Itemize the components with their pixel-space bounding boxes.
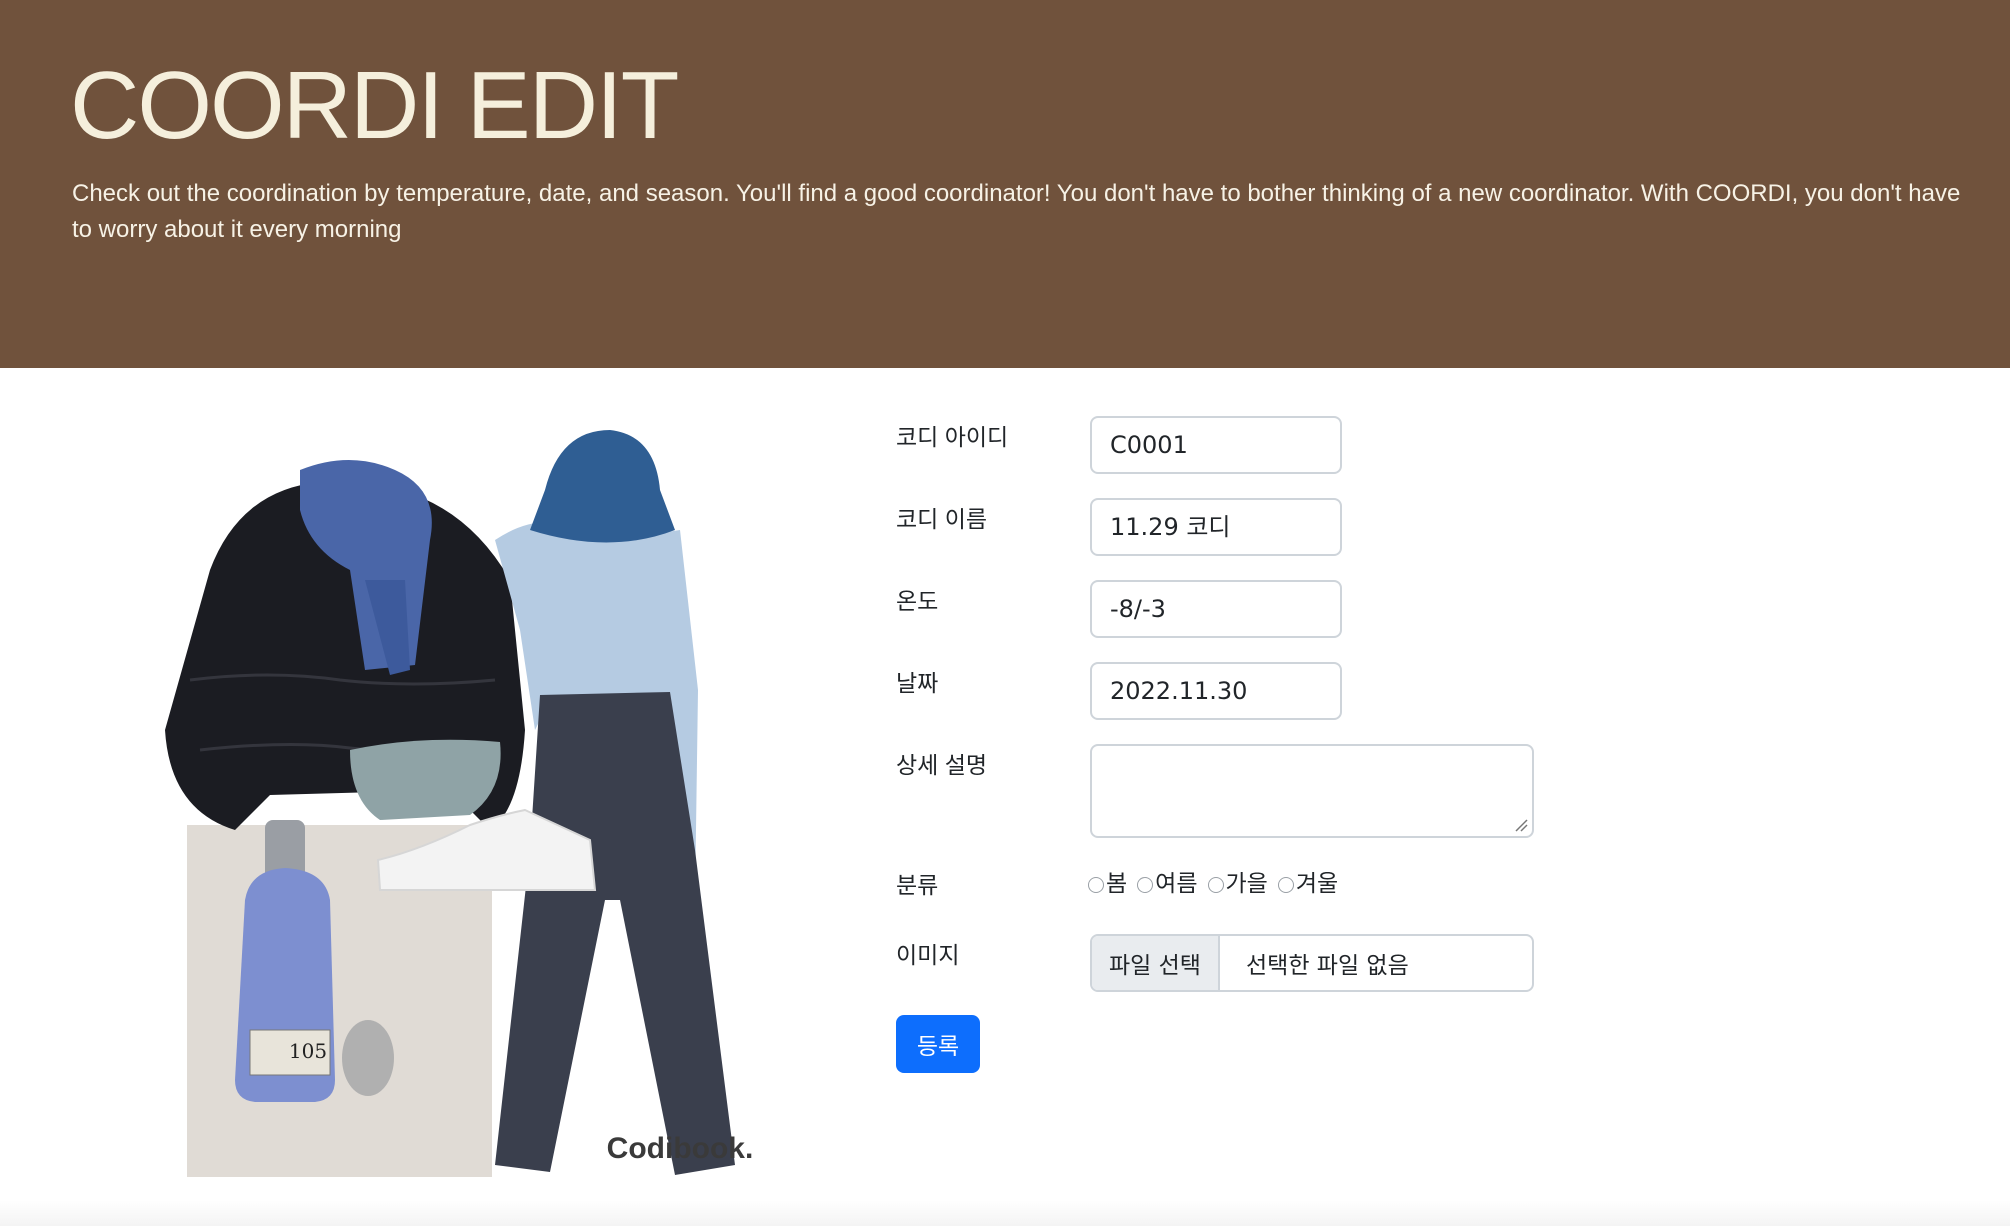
date-input[interactable]: 2022.11.30: [1090, 662, 1342, 720]
choose-file-button[interactable]: 파일 선택: [1092, 936, 1220, 990]
season-radio-autumn[interactable]: 가을: [1207, 864, 1268, 898]
temperature-label: 온도: [896, 588, 939, 614]
page-description: Check out the coordination by temperatur…: [72, 180, 1961, 243]
radio-circle-icon[interactable]: [1137, 877, 1154, 893]
page-title: COORDI EDIT: [70, 52, 679, 159]
detail-textarea[interactable]: [1090, 744, 1534, 838]
season-radio-spring[interactable]: 봄: [1088, 864, 1127, 898]
coordi-name-input[interactable]: 11.29 코디: [1090, 498, 1342, 556]
watermark: Codibook.: [607, 1132, 754, 1165]
footer-shade: [0, 1200, 2010, 1226]
radio-circle-icon[interactable]: [1207, 877, 1224, 893]
coordi-id-input[interactable]: C0001: [1090, 416, 1342, 474]
temperature-input[interactable]: -8/-3: [1090, 580, 1342, 638]
submit-button[interactable]: 등록: [896, 1015, 980, 1073]
id-label: 코디 아이디: [896, 424, 1009, 450]
resize-grip-icon[interactable]: [1514, 818, 1528, 832]
season-radio-group: 봄 여름 가을 겨울: [1088, 864, 1348, 898]
season-radio-summer[interactable]: 여름: [1137, 864, 1198, 898]
detail-label: 상세 설명: [896, 752, 988, 778]
hero-banner: COORDI EDIT Check out the coordination b…: [0, 0, 2010, 368]
radio-circle-icon[interactable]: [1088, 877, 1104, 893]
season-radio-winter[interactable]: 겨울: [1277, 864, 1338, 898]
radio-circle-icon[interactable]: [1277, 877, 1294, 893]
perfume-label: 105: [289, 1039, 327, 1063]
image-file-input[interactable]: 파일 선택 선택한 파일 없음: [1090, 934, 1534, 992]
coordination-image: 105 Codibook.: [150, 430, 830, 1190]
name-label: 코디 이름: [896, 506, 988, 532]
date-label: 날짜: [896, 670, 939, 696]
file-status: 선택한 파일 없음: [1246, 953, 1409, 979]
image-label: 이미지: [896, 942, 960, 968]
season-label: 분류: [896, 872, 939, 898]
